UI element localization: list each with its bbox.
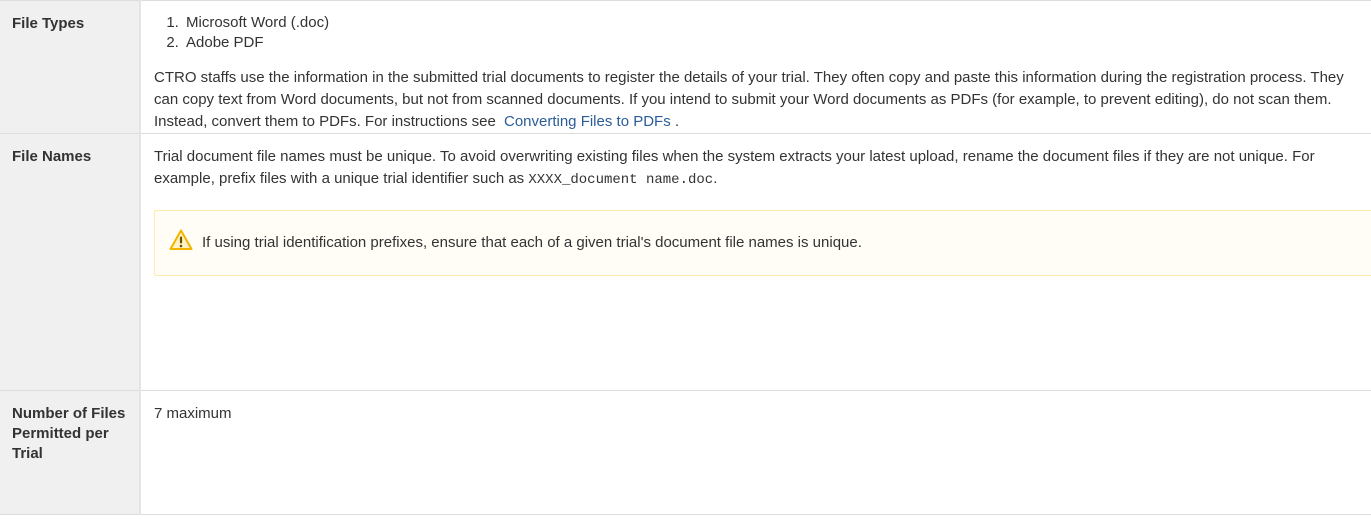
warning-icon <box>169 229 193 250</box>
row-header-file-types: File Types <box>0 0 141 134</box>
table-row-file-types: File Types Microsoft Word (.doc) Adobe P… <box>0 0 1371 134</box>
converting-files-link[interactable]: Converting Files to PDFs <box>504 113 671 130</box>
warning-text: If using trial identification prefixes, … <box>202 234 862 251</box>
list-item: Adobe PDF <box>183 33 1371 53</box>
row-header-number-of-files: Number of Files Permitted per Trial <box>0 390 141 515</box>
table-row-file-names: File Names Trial document file names mus… <box>0 133 1371 391</box>
row-header-label: File Types <box>12 15 85 32</box>
list-item: Microsoft Word (.doc) <box>183 13 1371 33</box>
file-requirements-table: File Types Microsoft Word (.doc) Adobe P… <box>0 0 1371 515</box>
paragraph-text: Trial document file names must be unique… <box>154 148 1315 187</box>
file-names-paragraph: Trial document file names must be unique… <box>154 146 1371 191</box>
row-header-label: File Names <box>12 148 92 165</box>
number-of-files-value: 7 maximum <box>154 405 232 422</box>
row-content-file-names: Trial document file names must be unique… <box>140 133 1371 391</box>
file-types-paragraph: CTRO staffs use the information in the s… <box>154 67 1371 133</box>
table-row-number-of-files: Number of Files Permitted per Trial 7 ma… <box>0 390 1371 515</box>
filename-example-code: XXXX_document name.doc <box>528 172 714 188</box>
row-content-number-of-files: 7 maximum <box>140 390 1371 515</box>
warning-panel: If using trial identification prefixes, … <box>154 210 1371 276</box>
row-header-file-names: File Names <box>0 133 141 391</box>
row-header-label: Number of Files Permitted per Trial <box>12 405 126 462</box>
paragraph-end: . <box>674 113 680 130</box>
row-content-file-types: Microsoft Word (.doc) Adobe PDF CTRO sta… <box>140 0 1371 134</box>
file-types-list: Microsoft Word (.doc) Adobe PDF <box>154 13 1371 53</box>
paragraph-text: CTRO staffs use the information in the s… <box>154 69 1344 130</box>
paragraph-end: . <box>713 170 718 187</box>
